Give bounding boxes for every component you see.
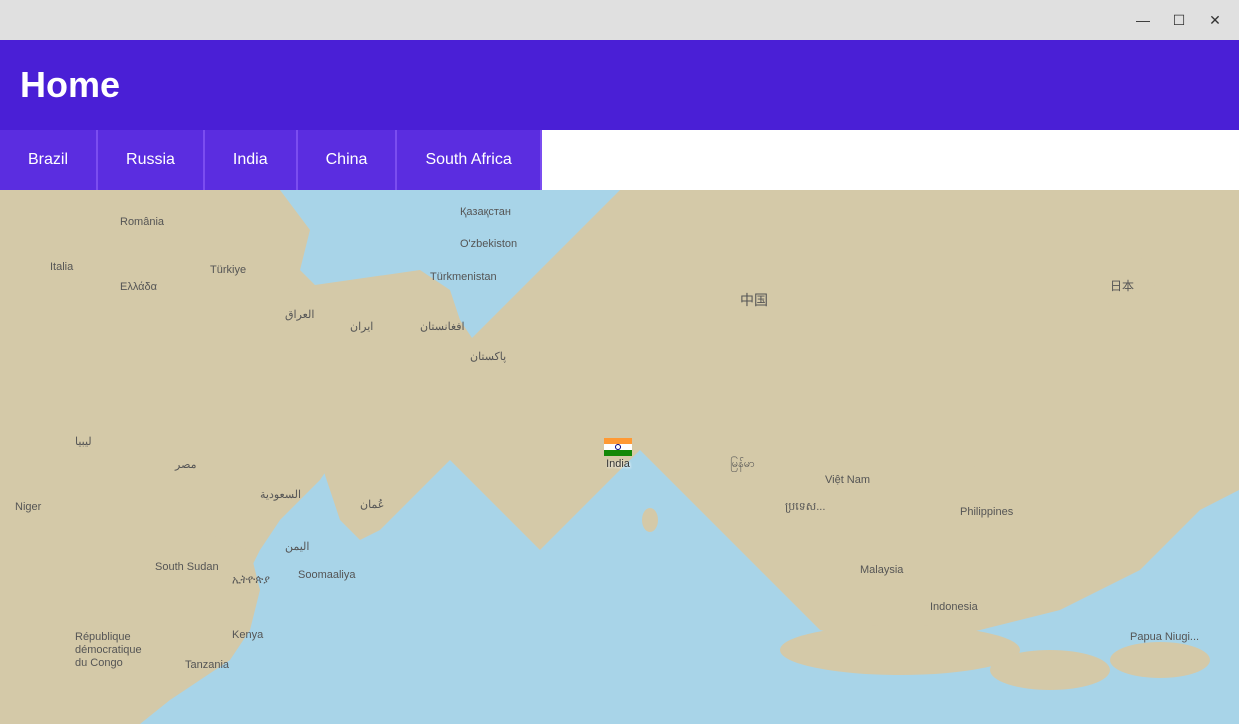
title-bar: — ☐ ✕ <box>0 0 1239 40</box>
svg-text:ليبيا: ليبيا <box>75 436 92 448</box>
svg-text:O'zbekiston: O'zbekiston <box>460 238 517 250</box>
app-container: Home Brazil Russia India China South Afr… <box>0 40 1239 724</box>
flag-stripe-bottom <box>604 450 632 456</box>
page-title: Home <box>20 64 120 106</box>
india-flag <box>604 438 632 456</box>
svg-text:Philippines: Philippines <box>960 506 1014 518</box>
svg-text:Việt Nam: Việt Nam <box>825 474 870 486</box>
svg-text:Ελλάδα: Ελλάδα <box>120 281 158 293</box>
map-area[interactable]: Italia România Ελλάδα Türkiye Қазақстан … <box>0 190 1239 724</box>
nav-btn-india[interactable]: India <box>205 130 298 190</box>
svg-text:မြန်မာ: မြန်မာ <box>730 456 755 472</box>
svg-text:日本: 日本 <box>1110 279 1134 293</box>
svg-text:مصر: مصر <box>174 459 197 471</box>
svg-text:Kenya: Kenya <box>232 629 264 641</box>
svg-text:Türkiye: Türkiye <box>210 264 246 276</box>
nav-btn-brazil[interactable]: Brazil <box>0 130 98 190</box>
nav-btn-south-africa[interactable]: South Africa <box>397 130 541 190</box>
svg-text:عُمان: عُمان <box>360 498 384 511</box>
svg-text:Italia: Italia <box>50 261 74 273</box>
svg-text:du Congo: du Congo <box>75 657 123 669</box>
close-button[interactable]: ✕ <box>1199 6 1231 34</box>
svg-text:پاکستان: پاکستان <box>470 351 506 363</box>
svg-text:démocratique: démocratique <box>75 644 142 656</box>
svg-text:اليمن: اليمن <box>285 541 309 553</box>
svg-text:ប្រទេស...: ប្រទេស... <box>785 501 825 513</box>
svg-text:ኢትዮጵያ: ኢትዮጵያ <box>232 574 270 586</box>
svg-text:South Sudan: South Sudan <box>155 561 219 573</box>
svg-text:Indonesia: Indonesia <box>930 601 979 613</box>
india-label: India <box>606 458 630 470</box>
svg-text:افغانستان: افغانستان <box>420 321 465 333</box>
svg-text:Қазақстан: Қазақстан <box>460 206 511 218</box>
india-marker: India <box>604 438 632 470</box>
minimize-button[interactable]: — <box>1127 6 1159 34</box>
title-bar-controls: — ☐ ✕ <box>1127 6 1231 34</box>
nav-bar: Brazil Russia India China South Africa <box>0 130 1239 190</box>
svg-text:Türkmenistan: Türkmenistan <box>430 271 497 283</box>
svg-text:România: România <box>120 216 165 228</box>
svg-text:Malaysia: Malaysia <box>860 564 904 576</box>
header: Home <box>0 40 1239 130</box>
svg-text:Niger: Niger <box>15 501 42 513</box>
maximize-button[interactable]: ☐ <box>1163 6 1195 34</box>
nav-btn-russia[interactable]: Russia <box>98 130 205 190</box>
svg-text:Tanzania: Tanzania <box>185 659 230 671</box>
nav-btn-china[interactable]: China <box>298 130 398 190</box>
svg-text:中国: 中国 <box>740 292 768 308</box>
svg-text:ایران: ایران <box>350 321 373 333</box>
svg-text:العراق: العراق <box>285 309 314 321</box>
svg-text:Papua Niugi...: Papua Niugi... <box>1130 631 1199 643</box>
svg-text:République: République <box>75 631 131 643</box>
svg-text:السعودية: السعودية <box>260 489 301 501</box>
svg-text:Soomaaliya: Soomaaliya <box>298 569 356 581</box>
